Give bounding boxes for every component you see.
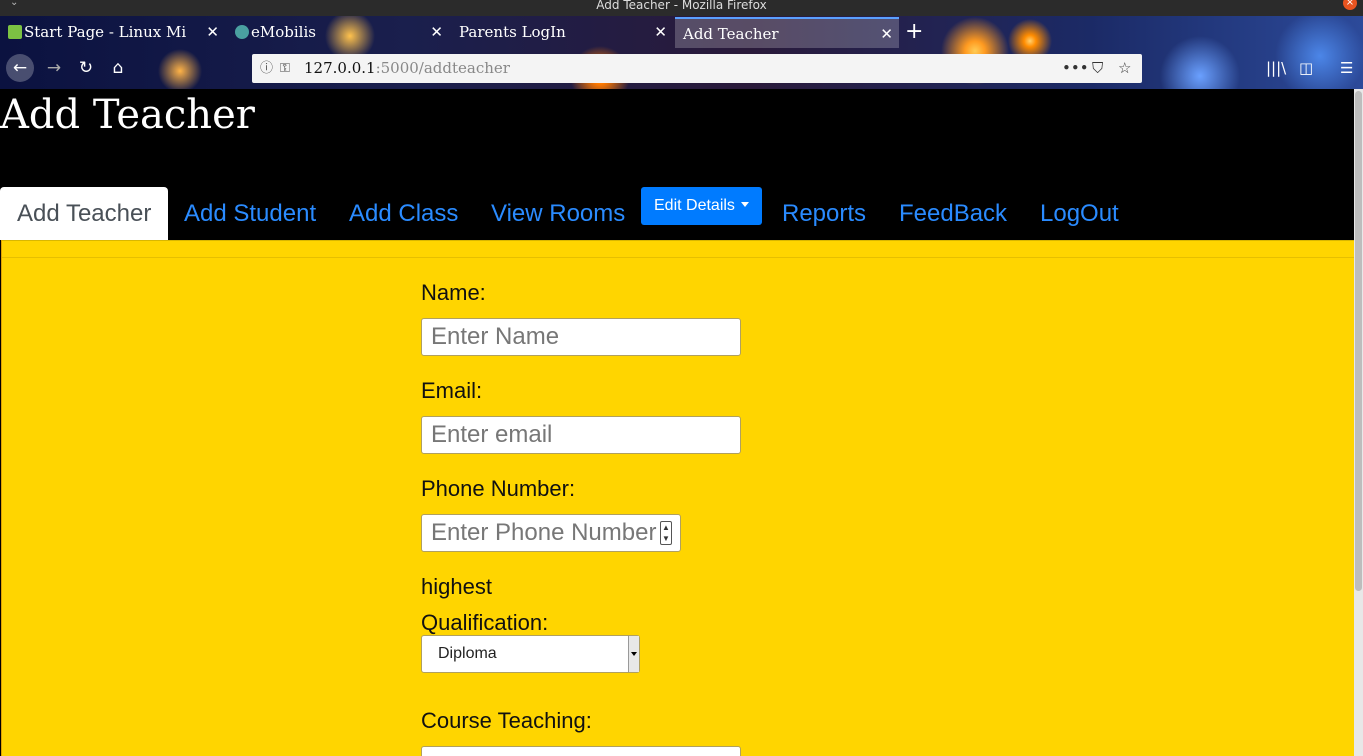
- caret-down-icon: [740, 202, 749, 207]
- number-spinner-icon[interactable]: ▲ ▼: [660, 521, 672, 545]
- tab-close-icon[interactable]: ✕: [654, 17, 667, 47]
- tab-label: Add Teacher: [683, 25, 779, 43]
- linux-mint-favicon-icon: [8, 25, 22, 39]
- tab-close-icon[interactable]: ✕: [880, 19, 893, 48]
- nav-feedback[interactable]: FeedBack: [882, 187, 1024, 240]
- window-titlebar: ⌄ Add Teacher - Mozilla Firefox ×: [0, 0, 1363, 16]
- form-area: Name: Enter Name Email: Enter email Phon…: [1, 240, 1355, 756]
- nav-add-teacher[interactable]: Add Teacher: [0, 187, 169, 240]
- url-path: :5000/addteacher: [375, 59, 510, 77]
- qualification-label-line2: Qualification:: [421, 610, 549, 635]
- library-icon[interactable]: |||\: [1266, 54, 1286, 82]
- phone-input[interactable]: Enter Phone Number ▲ ▼: [421, 514, 681, 552]
- tab-add-teacher[interactable]: Add Teacher ✕: [675, 17, 899, 48]
- emobilis-favicon-icon: [235, 25, 249, 39]
- sidebar-icon[interactable]: ◫: [1299, 54, 1313, 82]
- pocket-icon[interactable]: ⛉: [1092, 54, 1103, 83]
- new-tab-icon[interactable]: +: [905, 17, 923, 47]
- nav-view-rooms[interactable]: View Rooms: [474, 187, 642, 240]
- url-bar[interactable]: ⓘ ⚿ 127.0.0.1:5000/addteacher ••• ⛉ ☆: [252, 54, 1142, 83]
- menu-icon[interactable]: ☰: [1340, 54, 1353, 82]
- email-input[interactable]: Enter email: [421, 416, 741, 454]
- tab-parents-login[interactable]: Parents LogIn ✕: [451, 17, 673, 48]
- url-text[interactable]: 127.0.0.1:5000/addteacher: [304, 54, 510, 83]
- qualification-select[interactable]: Diploma: [421, 635, 640, 673]
- window-close-icon[interactable]: ×: [1343, 0, 1357, 10]
- window-menu-icon[interactable]: ⌄: [10, 0, 18, 8]
- tab-label: Parents LogIn: [459, 23, 566, 41]
- phone-label: Phone Number:: [421, 476, 576, 501]
- nav-add-class[interactable]: Add Class: [332, 187, 475, 240]
- dropdown-arrow-icon[interactable]: [628, 636, 639, 672]
- page-body: Add Teacher Add Teacher Add Student Add …: [0, 89, 1355, 756]
- divider: [2, 257, 1355, 258]
- page-scrollbar[interactable]: [1354, 89, 1363, 756]
- edit-details-dropdown[interactable]: Edit Details: [641, 187, 762, 225]
- tab-label: Start Page - Linux Mi: [24, 23, 187, 41]
- home-icon[interactable]: ⌂: [104, 54, 132, 82]
- back-icon[interactable]: ←: [6, 54, 34, 82]
- url-host: 127.0.0.1: [304, 59, 376, 77]
- phone-placeholder: Enter Phone Number: [431, 519, 657, 546]
- tab-start-page[interactable]: Start Page - Linux Mi ✕: [0, 17, 225, 48]
- name-input[interactable]: Enter Name: [421, 318, 741, 356]
- scrollbar-thumb[interactable]: [1355, 91, 1362, 591]
- page-title: Add Teacher: [0, 92, 255, 138]
- course-label: Course Teaching:: [421, 708, 592, 733]
- main-nav: Add Teacher Add Student Add Class View R…: [0, 187, 1354, 240]
- bookmark-star-icon[interactable]: ☆: [1118, 54, 1131, 83]
- email-label: Email:: [421, 378, 483, 403]
- qualification-label-line1: highest: [421, 574, 492, 599]
- nav-add-student[interactable]: Add Student: [167, 187, 333, 240]
- tab-emobilis[interactable]: eMobilis ✕: [227, 17, 449, 48]
- window-title: Add Teacher - Mozilla Firefox: [596, 0, 767, 12]
- course-input[interactable]: [421, 746, 741, 756]
- tab-close-icon[interactable]: ✕: [206, 17, 219, 47]
- edit-details-label: Edit Details: [654, 197, 735, 214]
- qualification-selected-value: Diploma: [438, 645, 497, 662]
- tab-close-icon[interactable]: ✕: [430, 17, 443, 47]
- more-icon[interactable]: •••: [1062, 54, 1089, 83]
- key-icon[interactable]: ⚿: [280, 54, 290, 83]
- reload-icon[interactable]: ↻: [72, 54, 100, 82]
- info-icon[interactable]: ⓘ: [260, 54, 273, 83]
- forward-icon[interactable]: →: [40, 54, 68, 82]
- tab-label: eMobilis: [251, 23, 316, 41]
- nav-logout[interactable]: LogOut: [1023, 187, 1136, 240]
- name-label: Name:: [421, 280, 486, 305]
- nav-reports[interactable]: Reports: [765, 187, 883, 240]
